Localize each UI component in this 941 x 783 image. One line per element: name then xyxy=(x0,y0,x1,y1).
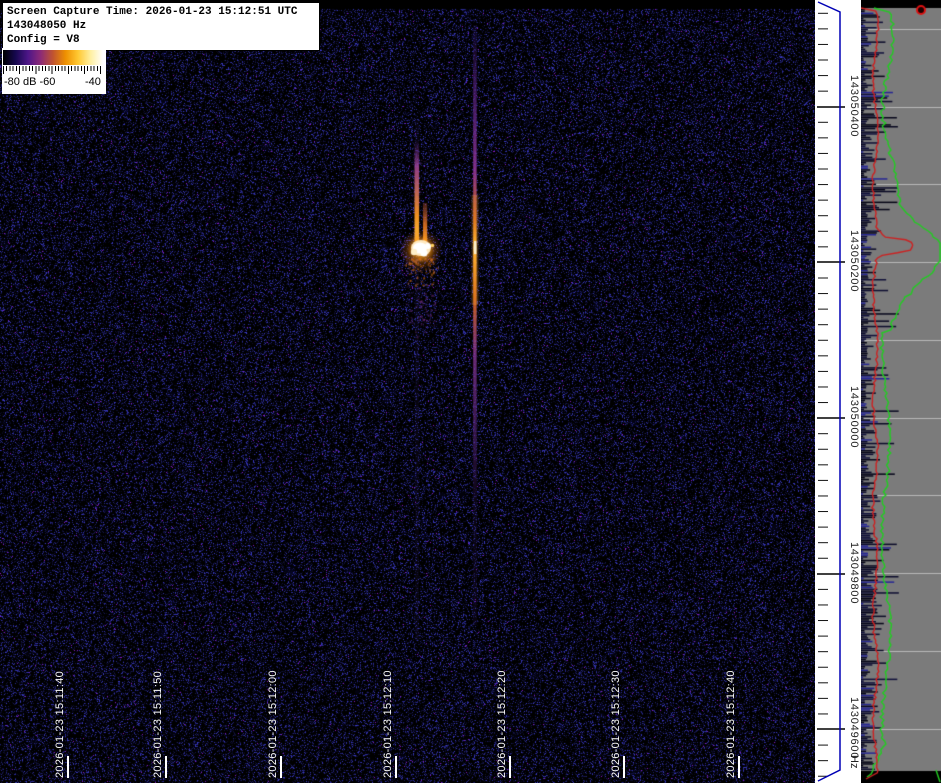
time-label: 2026-01-23 15:11:50 xyxy=(152,658,165,778)
time-label: 2026-01-23 15:11:40 xyxy=(54,658,67,778)
freq-label: 143049800 xyxy=(845,542,860,604)
time-tick xyxy=(395,756,397,778)
time-tick xyxy=(509,756,511,778)
capture-time-text: Screen Capture Time: 2026-01-23 15:12:51… xyxy=(7,5,316,19)
freq-unit-label: Hz xyxy=(845,755,860,768)
time-tick xyxy=(738,756,740,778)
color-scale-gradient xyxy=(3,50,103,65)
waterfall-spectrogram xyxy=(0,0,815,783)
config-text: Config = V8 xyxy=(7,33,316,47)
frequency-axis: 143050400 143050200 143050000 143049800 … xyxy=(815,0,861,783)
freq-label: 143050400 xyxy=(845,75,860,137)
db-scale-right-label: -40 xyxy=(85,76,101,88)
capture-info-box: Screen Capture Time: 2026-01-23 15:12:51… xyxy=(2,2,320,51)
time-tick xyxy=(67,756,69,778)
time-tick xyxy=(280,756,282,778)
time-tick xyxy=(623,756,625,778)
frequency-text: 143048050 Hz xyxy=(7,19,316,33)
color-scale-labels: -80 dB -60 -40 xyxy=(2,74,106,92)
color-scale-legend: -80 dB -60 -40 xyxy=(2,48,106,94)
freq-label: 143049600 xyxy=(845,697,860,759)
freq-label: 143050000 xyxy=(845,386,860,448)
time-tick xyxy=(165,756,167,778)
time-label: 2026-01-23 15:12:10 xyxy=(382,658,395,778)
time-label: 2026-01-23 15:12:00 xyxy=(267,658,280,778)
time-label: 2026-01-23 15:12:20 xyxy=(496,658,509,778)
time-label: 2026-01-23 15:12:40 xyxy=(725,658,738,778)
time-label: 2026-01-23 15:12:30 xyxy=(610,658,623,778)
spectrum-lab-screen-capture: 2026-01-23 15:11:40 2026-01-23 15:11:50 … xyxy=(0,0,941,783)
color-scale-minor-ticks xyxy=(3,66,101,71)
freq-label: 143050200 xyxy=(845,230,860,292)
db-scale-left-label: -80 dB -60 xyxy=(4,76,55,88)
live-spectrum-panel xyxy=(861,0,941,783)
